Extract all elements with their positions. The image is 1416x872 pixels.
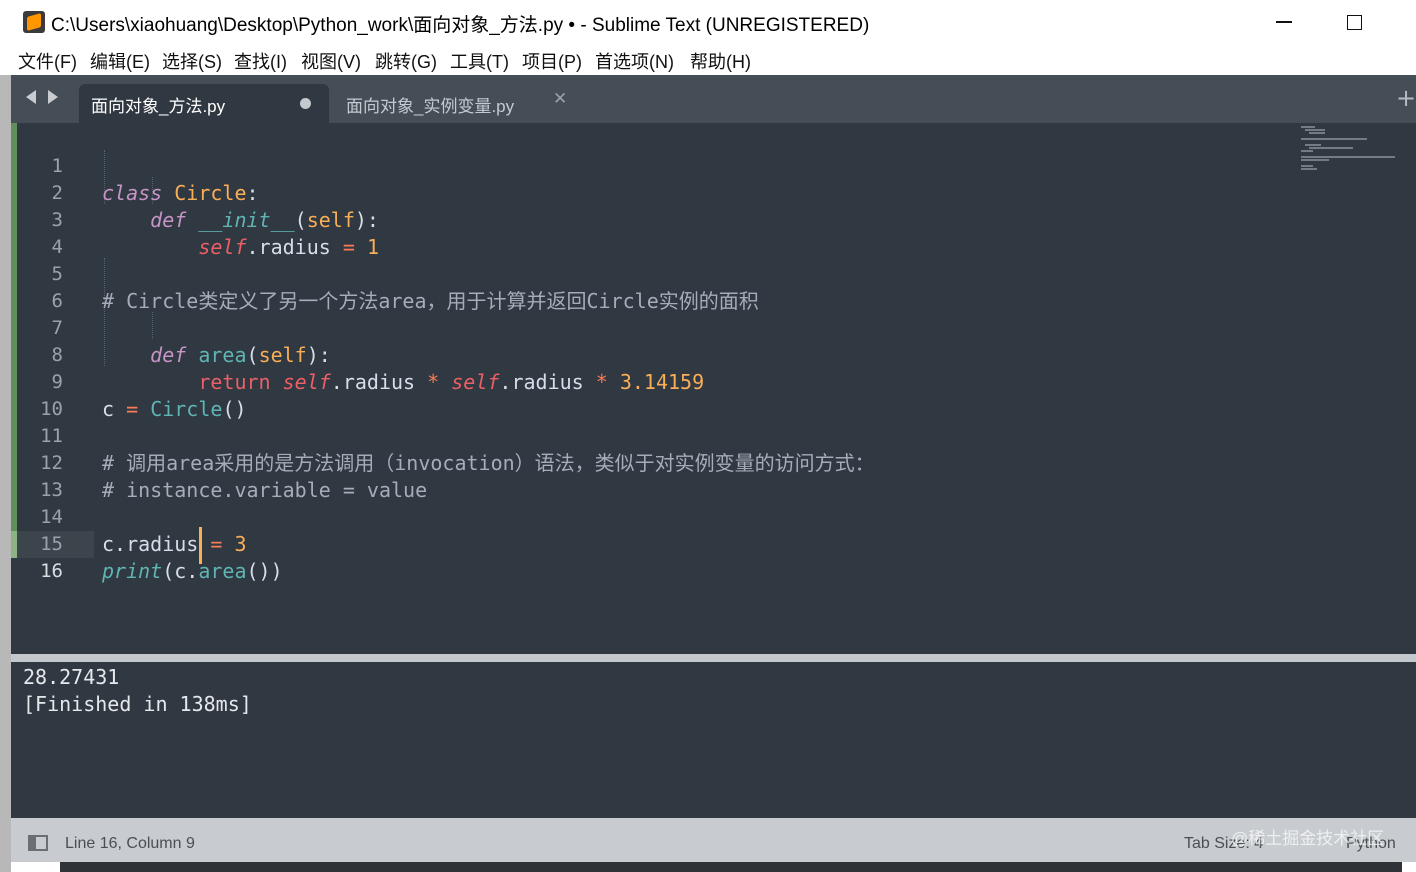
window-title: C:\Users\xiaohuang\Desktop\Python_work\面…	[51, 15, 870, 36]
code-line: 12 # instance.variable = value	[11, 423, 1291, 502]
code-line: 8 return self.radius * self.radius * 3.1…	[11, 315, 1291, 394]
tab-label: 面向对象_方法.py	[91, 97, 226, 116]
unsaved-dot-icon[interactable]	[300, 98, 311, 109]
code-line: 1 class Circle:	[11, 126, 1291, 205]
output-finished: [Finished in 138ms]	[23, 692, 252, 716]
code-line: 11 # 调用area采用的是方法调用（invocation）语法，类似于对实例…	[11, 396, 1291, 475]
watermark: @稀土掘金技术社区	[1231, 829, 1385, 848]
tab-active-file[interactable]: 面向对象_方法.py	[79, 84, 329, 123]
title-bar[interactable]: C:\Users\xiaohuang\Desktop\Python_work\面…	[11, 0, 1416, 44]
sublime-logo-icon	[23, 11, 45, 33]
text-caret	[199, 527, 202, 564]
menu-view[interactable]: 视图(V)	[301, 48, 361, 74]
code-line: 10	[11, 369, 1291, 420]
code-line: 5 # Circle类定义了另一个方法area，用于计算并返回Circle实例的…	[11, 234, 1291, 313]
minimap[interactable]	[1301, 124, 1411, 184]
code-line: 9 c = Circle()	[11, 342, 1291, 421]
menu-goto[interactable]: 跳转(G)	[375, 48, 437, 74]
minimize-icon[interactable]	[1276, 21, 1292, 23]
build-output-panel[interactable]: 28.27431 [Finished in 138ms]	[11, 662, 1416, 818]
code-line: 15 print(c.area())	[11, 504, 1291, 583]
code-line: 6	[11, 261, 1291, 312]
menu-bar: 文件(F) 编辑(E) 选择(S) 查找(I) 视图(V) 跳转(G) 工具(T…	[11, 44, 1416, 75]
tab-inactive-file[interactable]: 面向对象_实例变量.py ✕	[331, 84, 581, 123]
menu-file[interactable]: 文件(F)	[18, 48, 77, 74]
menu-tools[interactable]: 工具(T)	[450, 48, 509, 74]
menu-project[interactable]: 项目(P)	[522, 48, 582, 74]
menu-preferences[interactable]: 首选项(N)	[595, 48, 674, 74]
taskbar-edge	[11, 862, 1416, 872]
panel-toggle-icon[interactable]	[28, 835, 48, 851]
code-line: 7 def area(self):	[11, 288, 1291, 367]
desktop-edge	[0, 0, 11, 872]
sublime-window: C:\Users\xiaohuang\Desktop\Python_work\面…	[11, 0, 1416, 862]
code-line: 14 c.radius = 3	[11, 477, 1291, 556]
line-number: 16	[40, 560, 63, 582]
code-line: 3 self.radius = 1	[11, 180, 1291, 259]
add-tab-icon[interactable]: +	[1396, 84, 1416, 112]
cursor-position[interactable]: Line 16, Column 9	[65, 835, 195, 853]
console-divider[interactable]	[11, 654, 1416, 662]
tab-next-icon[interactable]	[48, 90, 58, 104]
code-line: 4	[11, 207, 1291, 258]
close-icon[interactable]: ✕	[553, 89, 567, 109]
tab-prev-icon[interactable]	[26, 90, 36, 104]
code-line: 13	[11, 450, 1291, 501]
menu-selection[interactable]: 选择(S)	[162, 48, 222, 74]
menu-help[interactable]: 帮助(H)	[690, 48, 751, 74]
code-editor[interactable]: 1 class Circle: 2 def __init__(self): 3 …	[11, 123, 1416, 654]
menu-find[interactable]: 查找(I)	[234, 48, 287, 74]
status-bar: Line 16, Column 9 Tab Size: 4 Python @稀土…	[11, 818, 1416, 862]
maximize-icon[interactable]	[1347, 15, 1362, 30]
menu-edit[interactable]: 编辑(E)	[90, 48, 150, 74]
code-line: 16	[11, 531, 1291, 582]
code-line: 2 def __init__(self):	[11, 153, 1291, 232]
tab-label: 面向对象_实例变量.py	[346, 97, 515, 116]
output-result: 28.27431	[23, 665, 120, 689]
